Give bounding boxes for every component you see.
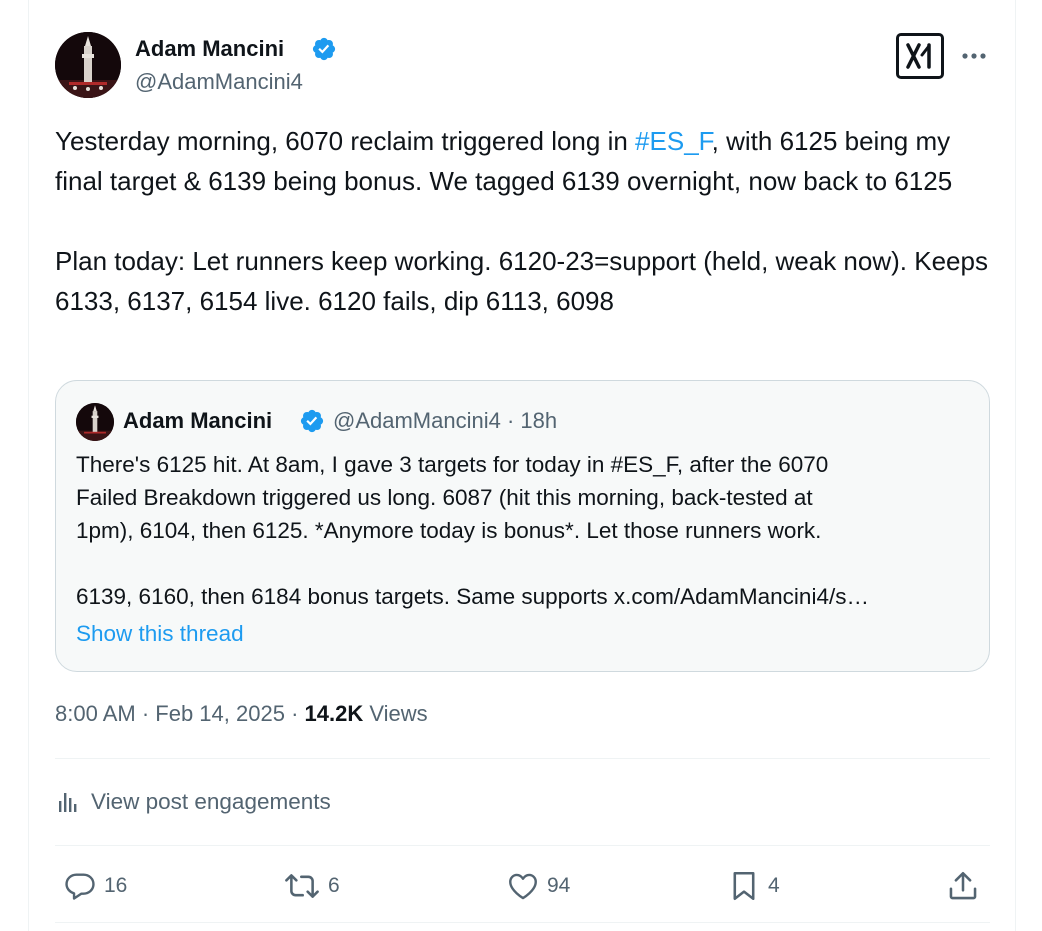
quote-author-name[interactable]: Adam Mancini bbox=[123, 407, 272, 435]
grok-button[interactable] bbox=[896, 33, 944, 79]
reply-count: 16 bbox=[104, 874, 128, 897]
share-upload-icon bbox=[949, 871, 977, 900]
engagements-label: View post engagements bbox=[91, 789, 331, 814]
show-thread-link[interactable]: Show this thread bbox=[76, 619, 244, 649]
post-text: Yesterday morning, 6070 reclaim triggere… bbox=[55, 121, 1000, 321]
meta-separator: · bbox=[284, 701, 305, 726]
repost-count: 6 bbox=[328, 874, 340, 897]
like-button[interactable]: 94 bbox=[506, 866, 570, 906]
meta-separator: · bbox=[500, 408, 521, 433]
more-dots-icon bbox=[962, 53, 986, 59]
reply-bubble-icon bbox=[65, 873, 95, 900]
post-meta: 8:00 AM · Feb 14, 2025 · 14.2K Views bbox=[55, 700, 428, 728]
more-options-button[interactable] bbox=[958, 40, 990, 72]
quote-line: 1pm), 6104, then 6125. *Anymore today is… bbox=[76, 518, 822, 543]
post-paragraph-1: Yesterday morning, 6070 reclaim triggere… bbox=[55, 121, 1000, 201]
post-paragraph-2: Plan today: Let runners keep working. 61… bbox=[55, 246, 988, 316]
view-engagements-button[interactable]: View post engagements bbox=[55, 787, 331, 817]
views-count: 14.2K bbox=[304, 701, 364, 726]
meta-separator: · bbox=[135, 701, 156, 726]
quoted-post-card[interactable]: Adam Mancini @AdamMancini4 · 18h There's… bbox=[55, 380, 990, 672]
quote-line: There's 6125 hit. At 8am, I gave 3 targe… bbox=[76, 452, 829, 477]
quote-author-handle[interactable]: @AdamMancini4 bbox=[333, 408, 501, 433]
divider bbox=[55, 845, 990, 846]
hashtag-link[interactable]: #ES_F bbox=[635, 126, 712, 156]
share-button[interactable] bbox=[946, 866, 980, 906]
post-date[interactable]: Feb 14, 2025 bbox=[155, 701, 285, 726]
quote-line: 6139, 6160, then 6184 bonus targets. Sam… bbox=[76, 584, 869, 609]
verified-badge-icon[interactable] bbox=[299, 408, 325, 434]
heart-icon bbox=[509, 873, 537, 900]
author-handle[interactable]: @AdamMancini4 bbox=[135, 68, 303, 96]
bar-chart-icon bbox=[59, 793, 77, 812]
reply-button[interactable]: 16 bbox=[63, 866, 127, 906]
grok-icon bbox=[906, 43, 931, 69]
verified-badge-icon[interactable] bbox=[311, 36, 337, 62]
post-text-segment: Yesterday morning, 6070 reclaim triggere… bbox=[55, 126, 636, 156]
repost-arrows-icon bbox=[285, 874, 319, 898]
quote-meta: @AdamMancini4 · 18h bbox=[333, 407, 557, 435]
like-count: 94 bbox=[547, 874, 571, 897]
bookmark-button[interactable]: 4 bbox=[727, 866, 780, 906]
quote-timestamp[interactable]: 18h bbox=[520, 408, 557, 433]
quote-text: There's 6125 hit. At 8am, I gave 3 targe… bbox=[76, 448, 976, 613]
bookmark-icon bbox=[733, 871, 755, 901]
author-avatar[interactable] bbox=[55, 32, 121, 98]
repost-button[interactable]: 6 bbox=[283, 866, 340, 906]
author-name[interactable]: Adam Mancini bbox=[135, 35, 284, 63]
quote-author-avatar[interactable] bbox=[76, 403, 114, 441]
views-label: Views bbox=[363, 701, 428, 726]
post-time[interactable]: 8:00 AM bbox=[55, 701, 136, 726]
divider bbox=[55, 922, 990, 923]
quote-line: Failed Breakdown triggered us long. 6087… bbox=[76, 485, 813, 510]
bookmark-count: 4 bbox=[768, 874, 780, 897]
divider bbox=[55, 758, 990, 759]
